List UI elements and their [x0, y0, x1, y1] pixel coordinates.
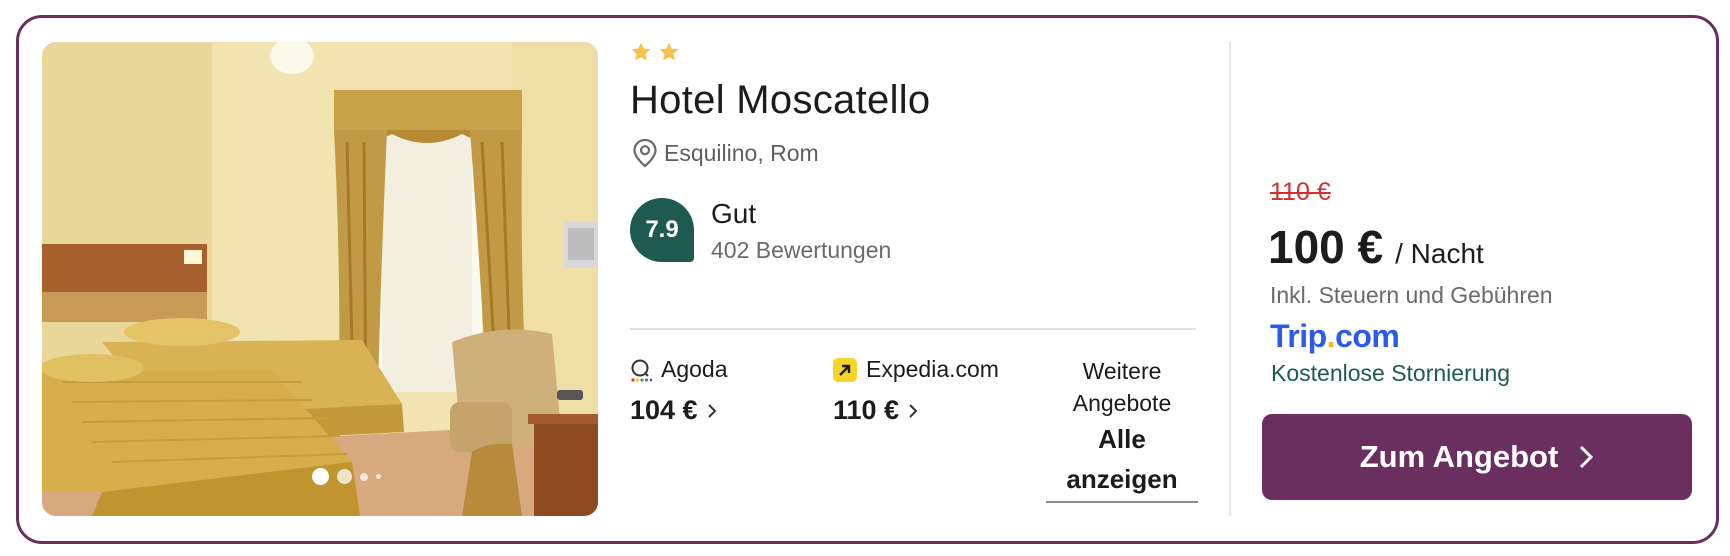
pricing-divider [1229, 42, 1231, 516]
chevron-right-icon [909, 403, 918, 418]
chevron-right-icon [1580, 445, 1594, 469]
offer-provider-name: Expedia.com [866, 356, 999, 382]
hotel-name[interactable]: Hotel Moscatello [630, 78, 930, 123]
hotel-photo[interactable] [42, 42, 598, 516]
more-offers: Weitere Angebote Alle anzeigen [1046, 355, 1198, 503]
offer-expedia[interactable]: Expedia.com 110 € [833, 356, 999, 426]
provider-logo-tripcom: Trip.com [1270, 318, 1400, 355]
star-icon [659, 42, 679, 61]
cta-label: Zum Angebot [1359, 439, 1559, 474]
go-to-offer-button[interactable]: Zum Angebot [1262, 414, 1692, 500]
more-offers-label-line2: Angebote [1072, 390, 1172, 416]
offer-price: 110 € [833, 395, 900, 425]
provider-logo-dot: . [1326, 318, 1336, 354]
star-icon [631, 42, 651, 61]
hotel-location[interactable]: Esquilino, Rom [632, 138, 819, 168]
show-all-line1: Alle [1098, 424, 1146, 454]
location-pin-icon [633, 138, 657, 168]
gallery-pagination[interactable] [312, 468, 381, 485]
hotel-star-rating [630, 41, 680, 63]
provider-logo-main: Trip [1270, 318, 1327, 354]
provider-logo-tld: com [1335, 318, 1400, 354]
location-text: Esquilino, Rom [664, 139, 819, 166]
gallery-dot-active[interactable] [312, 468, 329, 485]
offer-provider-name: Agoda [661, 356, 728, 382]
tax-note: Inkl. Steuern und Gebühren [1270, 282, 1553, 308]
offer-agoda[interactable]: Agoda 104 € [630, 356, 728, 426]
show-all-offers-link[interactable]: Alle anzeigen [1046, 419, 1198, 503]
free-cancellation-note: Kostenlose Stornierung [1271, 360, 1511, 386]
more-offers-label-line1: Weitere [1082, 358, 1162, 384]
show-all-line2: anzeigen [1066, 464, 1178, 494]
review-count[interactable]: 402 Bewertungen [711, 237, 891, 264]
old-price: 110 € [1270, 178, 1331, 206]
rating-label[interactable]: Gut [711, 198, 756, 230]
gallery-dot[interactable] [376, 474, 381, 479]
offers-divider [630, 328, 1196, 330]
price-unit: / Nacht [1395, 238, 1484, 269]
chevron-right-icon [707, 403, 716, 418]
gallery-dot[interactable] [337, 469, 352, 484]
offer-price: 104 € [630, 395, 698, 425]
review-score-badge: 7.9 [630, 198, 694, 262]
current-price: 100 € [1268, 221, 1384, 273]
hotel-room-image [42, 42, 598, 516]
price-row: 100 € / Nacht [1268, 220, 1484, 274]
agoda-icon [631, 359, 652, 382]
expedia-icon [833, 357, 857, 382]
gallery-dot[interactable] [360, 472, 368, 481]
